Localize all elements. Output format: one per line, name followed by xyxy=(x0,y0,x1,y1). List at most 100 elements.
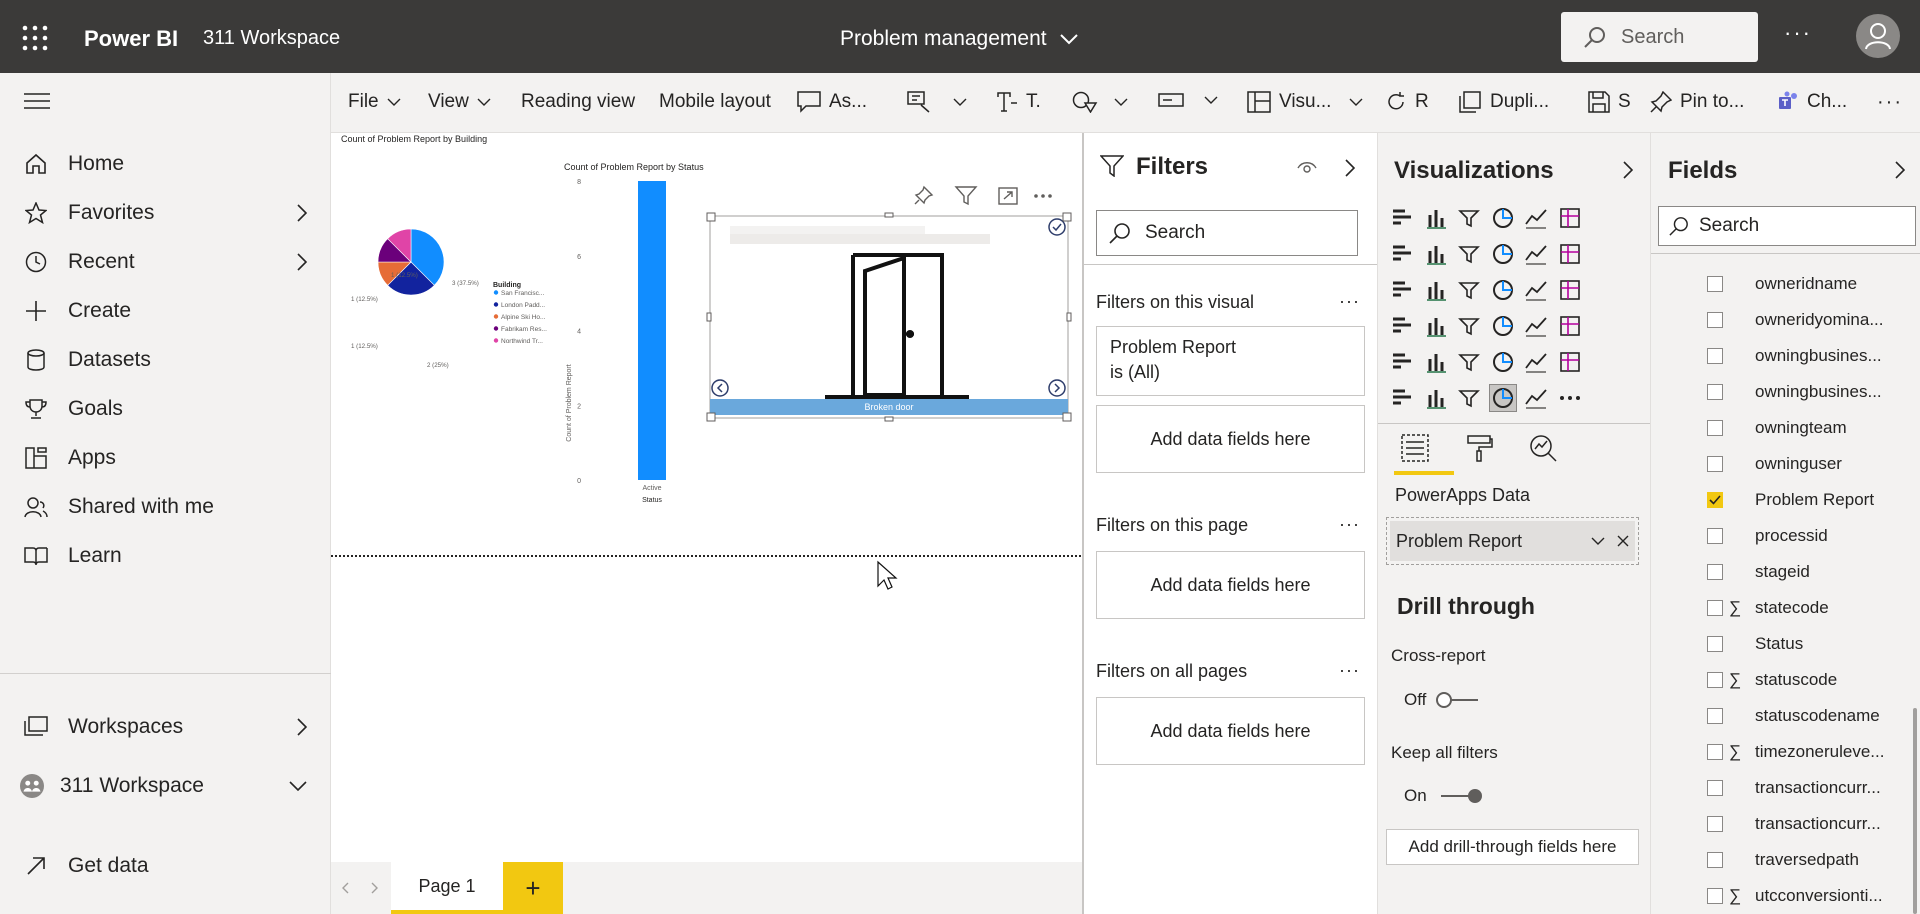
checkbox-icon[interactable] xyxy=(1707,780,1723,796)
cross-report-toggle[interactable]: Off xyxy=(1404,690,1482,710)
100-stacked-bar-visual-icon[interactable] xyxy=(1522,204,1550,232)
field-list-item[interactable]: owningbusines... xyxy=(1651,374,1901,410)
gauge-visual-icon[interactable] xyxy=(1455,312,1483,340)
chat-in-teams-button[interactable]: Ch... xyxy=(1777,91,1847,113)
bar[interactable] xyxy=(638,181,666,480)
duplicate-button[interactable]: Dupli... xyxy=(1458,91,1549,113)
r-visual-visual-icon[interactable] xyxy=(1455,384,1483,412)
more-visual-icon[interactable] xyxy=(1556,384,1584,412)
workspace-name[interactable]: 311 Workspace xyxy=(203,27,340,50)
add-page-button[interactable]: + xyxy=(503,862,563,914)
more-options-icon[interactable]: ··· xyxy=(1339,291,1360,312)
nav-item-workspaces[interactable]: Workspaces xyxy=(0,702,331,752)
checkbox-icon[interactable] xyxy=(1707,564,1723,580)
nav-item-home[interactable]: Home xyxy=(0,139,331,189)
nav-item-favorites[interactable]: Favorites xyxy=(0,188,331,238)
more-options-icon[interactable]: ··· xyxy=(1784,20,1812,46)
pie-visual-icon[interactable] xyxy=(1489,276,1517,304)
checkbox-icon[interactable] xyxy=(1707,384,1723,400)
refresh-button[interactable]: R xyxy=(1385,91,1429,113)
field-list-item[interactable]: ∑ timezoneruleve... xyxy=(1651,734,1901,770)
nav-item-shared-with-me[interactable]: Shared with me xyxy=(0,482,331,532)
powerapps-visual-icon[interactable] xyxy=(1488,384,1517,412)
field-list-item[interactable]: Problem Report xyxy=(1651,482,1901,518)
app-launcher-icon[interactable] xyxy=(22,25,48,51)
nav-item-recent[interactable]: Recent xyxy=(0,237,331,287)
field-list-item[interactable]: owneridname xyxy=(1651,266,1901,302)
collapse-fields-icon[interactable] xyxy=(1895,161,1905,179)
nav-item-apps[interactable]: Apps xyxy=(0,433,331,483)
stacked-area-visual-icon[interactable] xyxy=(1455,240,1483,268)
filled-map-visual-icon[interactable] xyxy=(1422,312,1450,340)
clustered-column-visual-icon[interactable] xyxy=(1489,204,1517,232)
file-menu[interactable]: File xyxy=(348,91,401,113)
more-options-icon[interactable]: ··· xyxy=(1339,514,1360,535)
chevron-down-icon[interactable] xyxy=(1591,537,1605,545)
100-stacked-column-visual-icon[interactable] xyxy=(1556,204,1584,232)
toolbar-more-icon[interactable]: ··· xyxy=(1877,91,1903,114)
page-tab-page-1[interactable]: Page 1 xyxy=(391,862,503,914)
checkbox-icon[interactable] xyxy=(1707,816,1723,832)
reading-view-button[interactable]: Reading view xyxy=(521,91,635,113)
stacked-column-visual-icon[interactable] xyxy=(1422,204,1450,232)
checkbox-icon[interactable] xyxy=(1707,348,1723,364)
collapse-visualizations-icon[interactable] xyxy=(1623,161,1633,179)
collapse-filters-icon[interactable] xyxy=(1345,159,1355,177)
checkbox-icon[interactable] xyxy=(1707,600,1723,616)
scatter-visual-icon[interactable] xyxy=(1455,276,1483,304)
field-list-item[interactable]: ∑ statuscode xyxy=(1651,662,1901,698)
more-options-icon[interactable]: ··· xyxy=(1339,660,1360,681)
checkbox-icon[interactable] xyxy=(1707,744,1723,760)
checkbox-icon[interactable] xyxy=(1707,672,1723,688)
nav-item-get-data[interactable]: Get data xyxy=(0,841,331,891)
legend-item[interactable]: Alpine Ski Ho... xyxy=(501,314,546,321)
app-name[interactable]: Power BI xyxy=(84,26,178,52)
fields-tab-icon[interactable] xyxy=(1400,433,1430,463)
checkbox-icon[interactable] xyxy=(1707,312,1723,328)
nav-item-learn[interactable]: Learn xyxy=(0,531,331,581)
line-clustered-column-visual-icon[interactable] xyxy=(1522,240,1550,268)
field-list-item[interactable]: statuscodename xyxy=(1651,698,1901,734)
text-box-button[interactable]: T. xyxy=(996,91,1041,113)
table-visual-icon[interactable] xyxy=(1422,348,1450,376)
field-list-item[interactable]: ∑ statecode xyxy=(1651,590,1901,626)
focus-mode-icon[interactable] xyxy=(998,187,1018,205)
fields-search-input[interactable]: Search xyxy=(1658,206,1916,246)
nav-item-datasets[interactable]: Datasets xyxy=(0,335,331,385)
filter-visual-icon[interactable] xyxy=(954,186,978,206)
scrollbar-thumb[interactable] xyxy=(1913,708,1917,914)
field-list-item[interactable]: traversedpath xyxy=(1651,842,1901,878)
ask-question-button[interactable]: As... xyxy=(797,91,867,113)
checkbox-checked-icon[interactable] xyxy=(1707,492,1723,508)
nav-item-create[interactable]: Create xyxy=(0,286,331,336)
kpi-visual-icon[interactable] xyxy=(1556,312,1584,340)
visual-gallery-button[interactable]: Visu... xyxy=(1247,91,1363,113)
field-list-item[interactable]: owningbusines... xyxy=(1651,338,1901,374)
pie-chart[interactable] xyxy=(377,228,445,296)
area-visual-icon[interactable] xyxy=(1422,240,1450,268)
filters-search-input[interactable]: Search xyxy=(1096,210,1358,256)
explore-button[interactable] xyxy=(907,91,967,113)
report-title-dropdown[interactable]: Problem management xyxy=(840,27,1079,51)
nav-item-311-workspace[interactable]: 311 Workspace xyxy=(0,761,331,811)
funnel-visual-icon[interactable] xyxy=(1422,276,1450,304)
map-visual-icon[interactable] xyxy=(1388,312,1416,340)
stacked-bar-visual-icon[interactable] xyxy=(1388,204,1416,232)
pin-to-dashboard-button[interactable]: Pin to... xyxy=(1650,91,1744,113)
page-filter-drop-zone[interactable]: Add data fields here xyxy=(1096,551,1365,619)
buttons-button[interactable] xyxy=(1158,91,1218,109)
multi-row-card-visual-icon[interactable] xyxy=(1522,312,1550,340)
checkbox-icon[interactable] xyxy=(1707,708,1723,724)
visual-filter-drop-zone[interactable]: Add data fields here xyxy=(1096,405,1365,473)
field-chip-problem-report[interactable]: Problem Report xyxy=(1386,517,1639,565)
format-paint-roller-icon[interactable] xyxy=(1464,433,1494,463)
waterfall-visual-icon[interactable] xyxy=(1388,276,1416,304)
drill-through-drop-zone[interactable]: Add drill-through fields here xyxy=(1386,829,1639,865)
analytics-magnifier-icon[interactable] xyxy=(1528,433,1558,463)
treemap-visual-icon[interactable] xyxy=(1556,276,1584,304)
field-list-item[interactable]: Status xyxy=(1651,626,1901,662)
remove-field-icon[interactable] xyxy=(1617,535,1629,547)
qa-visual-icon[interactable] xyxy=(1556,348,1584,376)
hamburger-menu-icon[interactable] xyxy=(24,93,50,109)
legend-item[interactable]: San Francisc... xyxy=(501,290,545,297)
